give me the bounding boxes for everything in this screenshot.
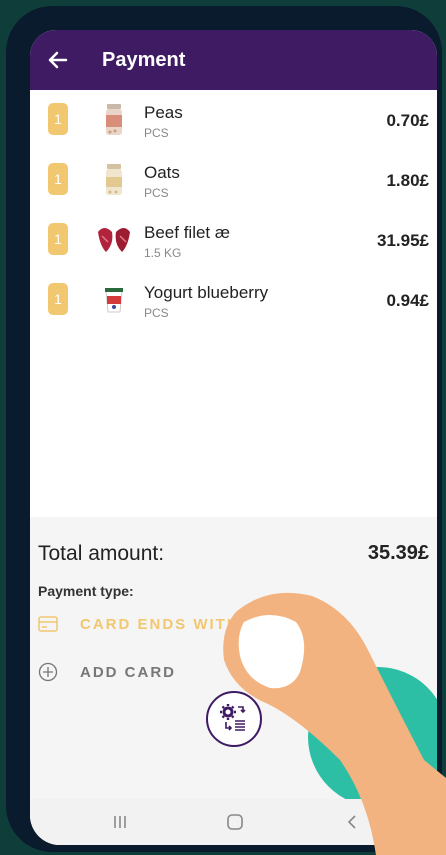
- screen: Payment 1 Peas PCS 0.70£ 1 Oats PCS 1.80…: [30, 30, 437, 845]
- item-name: Peas: [144, 103, 183, 122]
- settings-fab[interactable]: [206, 691, 262, 747]
- yogurt-icon: [105, 288, 123, 313]
- quantity-badge[interactable]: 1: [48, 223, 68, 255]
- list-item[interactable]: 1 Oats PCS 1.80£: [30, 150, 437, 210]
- item-price: 0.94£: [386, 291, 429, 310]
- item-name: Yogurt blueberry: [144, 283, 269, 302]
- settings-sort-icon: [220, 704, 246, 731]
- item-price: 31.95£: [377, 231, 429, 250]
- beef-icon: [98, 228, 130, 252]
- item-price: 0.70£: [386, 111, 429, 130]
- pay-button[interactable]: [308, 667, 437, 807]
- nav-back-icon[interactable]: [342, 812, 362, 832]
- add-card-button[interactable]: ADD CARD: [38, 661, 258, 685]
- item-name: Oats: [144, 163, 180, 182]
- item-unit: PCS: [144, 306, 169, 320]
- quantity-badge[interactable]: 1: [48, 163, 68, 195]
- back-arrow-icon[interactable]: [44, 46, 72, 74]
- bixby-button: [6, 262, 14, 332]
- add-card-label: ADD CARD: [80, 664, 176, 681]
- plus-circle-icon: [38, 662, 58, 682]
- recent-apps-icon[interactable]: [110, 812, 130, 832]
- volume-up-button: [6, 92, 14, 142]
- item-unit: 1.5 KG: [144, 246, 182, 260]
- home-icon[interactable]: [225, 812, 245, 832]
- quantity-badge[interactable]: 1: [48, 103, 68, 135]
- credit-card-icon: [38, 616, 58, 632]
- total-value: 35.39£: [367, 542, 429, 564]
- peas-jar-icon: [106, 104, 122, 135]
- item-price: 1.80£: [386, 171, 429, 190]
- oats-jar-icon: [106, 164, 122, 195]
- item-unit: PCS: [144, 126, 169, 140]
- item-unit: PCS: [144, 186, 169, 200]
- item-name: Beef filet æ: [144, 223, 230, 242]
- payment-summary-panel: Total amount: 35.39£ Payment type: CARD …: [30, 517, 437, 845]
- volume-down-button: [6, 156, 14, 256]
- payment-type-label: Payment type:: [38, 583, 134, 599]
- system-nav-bar: [30, 799, 437, 845]
- total-label: Total amount:: [38, 542, 165, 565]
- list-item[interactable]: 1 Yogurt blueberry PCS 0.94£: [30, 270, 437, 330]
- list-item[interactable]: 1 Peas PCS 0.70£: [30, 90, 437, 150]
- page-title: Payment: [102, 49, 186, 71]
- app-bar: Payment: [30, 30, 437, 90]
- card-payment-option[interactable]: CARD ENDS WITH: [38, 613, 298, 637]
- list-item[interactable]: 1 Beef filet æ 1.5 KG 31.95£: [30, 210, 437, 270]
- phone-frame: Payment 1 Peas PCS 0.70£ 1 Oats PCS 1.80…: [6, 6, 442, 852]
- card-option-label: CARD ENDS WITH: [80, 616, 240, 633]
- quantity-badge[interactable]: 1: [48, 283, 68, 315]
